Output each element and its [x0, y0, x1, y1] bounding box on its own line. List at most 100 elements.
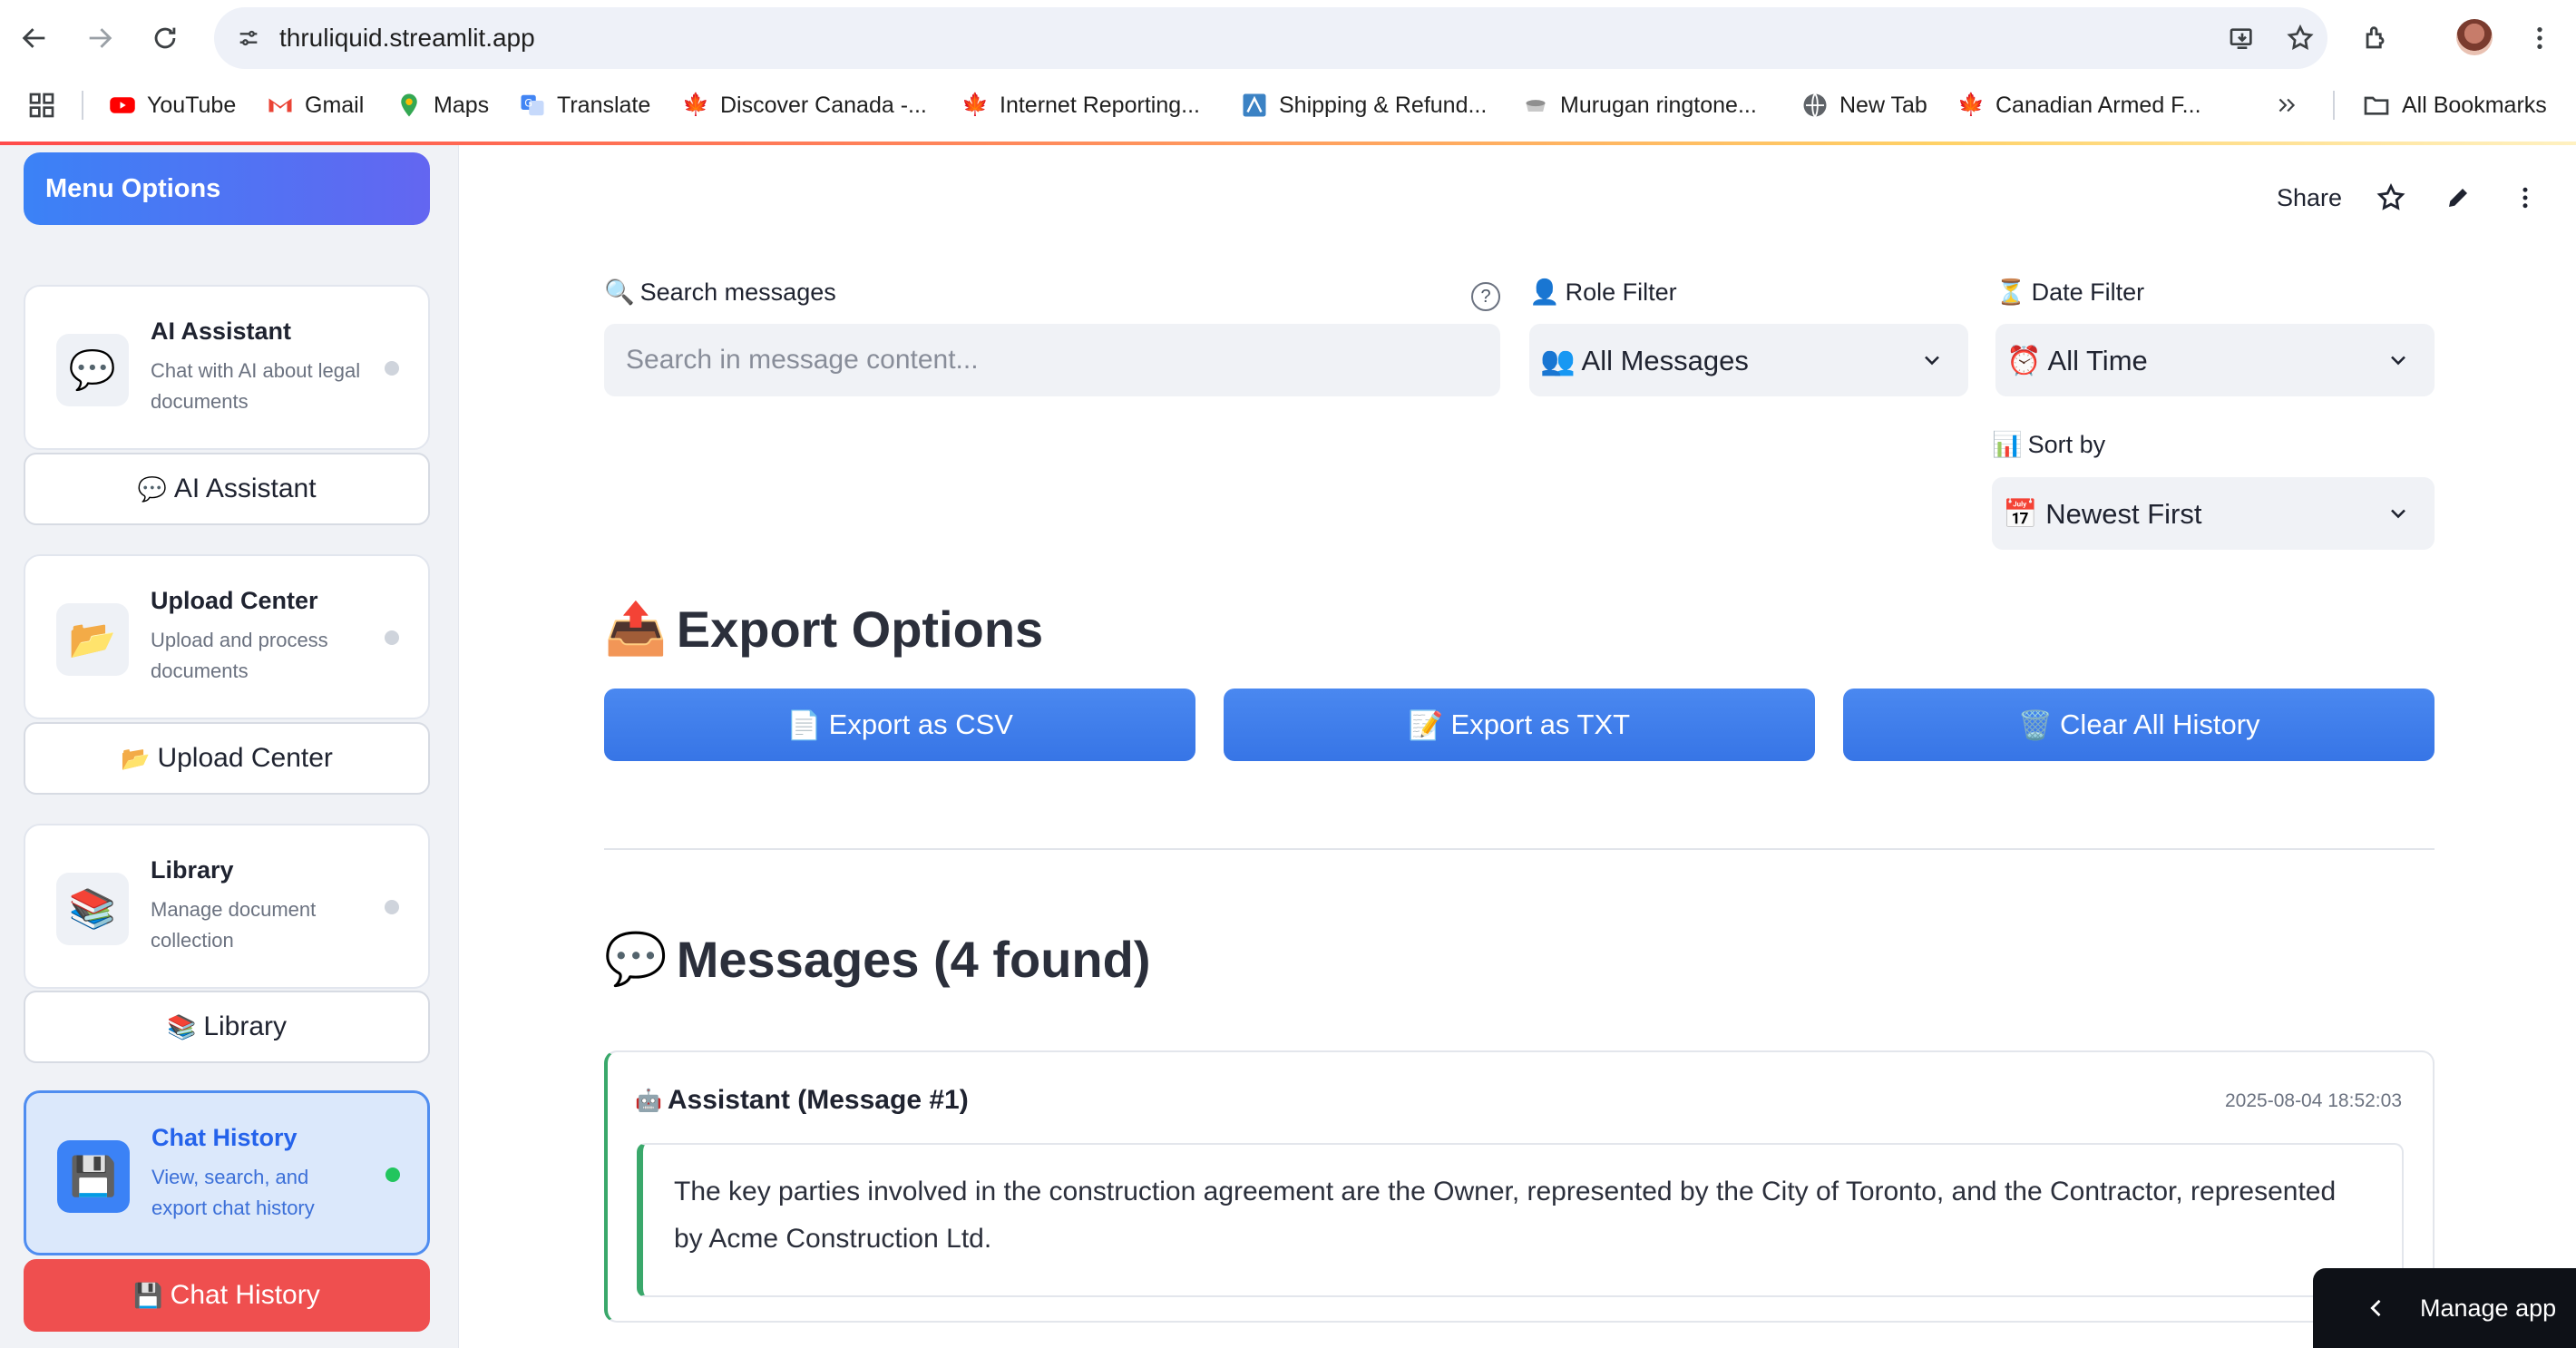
message-text: The key parties involved in the construc…: [637, 1143, 2404, 1297]
card-description: Chat with AI about legal documents: [151, 359, 361, 413]
status-dot: [385, 1167, 400, 1182]
sort-by-select[interactable]: 📅 Newest First: [1992, 477, 2435, 550]
bookmark-translate[interactable]: G Translate: [519, 78, 650, 132]
more-options-icon[interactable]: [2507, 180, 2543, 216]
nav-upload-center-button[interactable]: 📂 Upload Center: [24, 722, 430, 795]
bookmarks-bar: YouTube Gmail Maps G Translate 🍁 Discove…: [0, 78, 2576, 132]
manage-app-button[interactable]: Manage app: [2313, 1268, 2576, 1348]
bookmarks-divider: [2333, 91, 2335, 120]
memo-icon: 📝: [1408, 708, 1444, 741]
alarm-clock-icon: ⏰: [2006, 344, 2042, 376]
site-settings-icon[interactable]: [229, 18, 268, 58]
speech-bubble-icon: 💬: [56, 334, 129, 406]
date-filter-label: ⏳ Date Filter: [1995, 278, 2145, 307]
bookmark-shipping-refund[interactable]: Shipping & Refund...: [1241, 78, 1487, 132]
sidebar-card-chat-history: 💾 Chat History View, search, and export …: [24, 1090, 430, 1255]
status-dot: [385, 900, 399, 914]
chevron-down-icon: [1925, 356, 1939, 366]
people-icon: 👥: [1540, 344, 1576, 376]
books-icon: 📚: [166, 1012, 197, 1040]
browser-menu-icon[interactable]: [2514, 13, 2565, 63]
globe-icon: [1801, 92, 1829, 119]
svg-text:G: G: [524, 97, 532, 109]
bookmark-canadian-armed-forces[interactable]: 🍁 Canadian Armed F...: [1957, 78, 2200, 132]
floppy-disk-icon: 💾: [57, 1140, 130, 1213]
card-description: Upload and process documents: [151, 629, 328, 682]
export-csv-button[interactable]: 📄 Export as CSV: [604, 689, 1195, 761]
star-icon[interactable]: [2373, 180, 2409, 216]
edit-pencil-icon[interactable]: [2440, 180, 2476, 216]
gmail-icon: [267, 92, 294, 119]
share-button[interactable]: Share: [2277, 184, 2342, 212]
youtube-icon: [109, 92, 136, 119]
url-text[interactable]: thruliquid.streamlit.app: [279, 7, 535, 69]
outbox-tray-icon: 📤: [604, 600, 668, 657]
role-filter-label: 👤 Role Filter: [1529, 278, 1677, 307]
more-bookmarks-button[interactable]: [2275, 78, 2298, 132]
search-messages-input[interactable]: [604, 324, 1500, 396]
trash-can-icon: 🗑️: [2017, 708, 2054, 741]
chevron-left-icon: [2370, 1299, 2381, 1317]
sidebar-card-upload-center: 📂 Upload Center Upload and process docum…: [24, 554, 430, 719]
nav-chat-history-button[interactable]: 💾 Chat History: [24, 1259, 430, 1332]
address-bar[interactable]: thruliquid.streamlit.app: [214, 7, 2327, 69]
date-filter-select[interactable]: ⏰ All Time: [1995, 324, 2435, 396]
back-button[interactable]: [9, 13, 60, 63]
sort-by-label: 📊 Sort by: [1992, 430, 2106, 459]
reload-icon: [154, 27, 176, 49]
bookmark-internet-reporting[interactable]: 🍁 Internet Reporting...: [961, 78, 1200, 132]
card-description: View, search, and export chat history: [151, 1166, 315, 1219]
floppy-disk-icon: 💾: [133, 1281, 163, 1309]
status-dot: [385, 630, 399, 645]
card-title: Chat History: [151, 1124, 298, 1151]
nav-library-button[interactable]: 📚 Library: [24, 991, 430, 1063]
search-label: 🔍 Search messages: [604, 278, 836, 307]
sidebar-card-ai-assistant: 💬 AI Assistant Chat with AI about legal …: [24, 285, 430, 450]
message-card: 🤖 Assistant (Message #1) 2025-08-04 18:5…: [604, 1050, 2435, 1323]
nav-ai-assistant-button[interactable]: 💬 AI Assistant: [24, 453, 430, 525]
export-txt-button[interactable]: 📝 Export as TXT: [1224, 689, 1815, 761]
bookmark-youtube[interactable]: YouTube: [109, 78, 236, 132]
shipping-icon: [1241, 92, 1268, 119]
forward-button[interactable]: [74, 13, 125, 63]
books-icon: 📚: [56, 873, 129, 945]
card-title: AI Assistant: [151, 317, 292, 345]
role-filter-select[interactable]: 👥 All Messages: [1529, 324, 1968, 396]
extensions-icon[interactable]: [2351, 13, 2402, 63]
maps-icon: [395, 92, 423, 119]
document-icon: 📄: [786, 708, 822, 741]
help-icon[interactable]: ?: [1471, 282, 1500, 311]
bookmark-new-tab[interactable]: New Tab: [1801, 78, 1927, 132]
clear-history-button[interactable]: 🗑️ Clear All History: [1843, 689, 2435, 761]
install-app-icon[interactable]: [2222, 18, 2262, 58]
bookmark-gmail[interactable]: Gmail: [267, 78, 364, 132]
bar-chart-icon: 📊: [1992, 431, 2023, 458]
message-timestamp: 2025-08-04 18:52:03: [2225, 1090, 2402, 1111]
robot-icon: 🤖: [635, 1088, 662, 1113]
bookmark-maps[interactable]: Maps: [395, 78, 489, 132]
chevron-double-right-icon: [2278, 98, 2296, 112]
hourglass-icon: ⏳: [1995, 278, 2026, 306]
apps-grid-button[interactable]: [27, 78, 56, 132]
status-dot: [385, 361, 399, 376]
bookmark-murugan-ringtone[interactable]: Murugan ringtone...: [1522, 78, 1757, 132]
bookmarks-divider: [82, 91, 83, 120]
maple-leaf-icon: 🍁: [961, 93, 989, 117]
maple-leaf-icon: 🍁: [1957, 93, 1985, 117]
all-bookmarks-button[interactable]: All Bookmarks: [2362, 78, 2547, 132]
reload-button[interactable]: [140, 13, 190, 63]
bookmark-discover-canada[interactable]: 🍁 Discover Canada -...: [682, 78, 927, 132]
messages-heading: 💬 Messages (4 found): [604, 930, 1151, 988]
card-description: Manage document collection: [151, 898, 317, 952]
speech-bubble-icon: 💬: [137, 474, 167, 503]
sidebar: Menu Options 💬 AI Assistant Chat with AI…: [0, 145, 459, 1348]
message-role: 🤖 Assistant (Message #1): [635, 1085, 969, 1115]
folder-open-icon: 📂: [121, 744, 151, 772]
menu-options-header: Menu Options: [24, 152, 430, 225]
profile-avatar[interactable]: [2456, 19, 2493, 55]
export-options-heading: 📤 Export Options: [604, 600, 1044, 658]
card-title: Library: [151, 856, 234, 884]
arrow-right-icon: [89, 28, 112, 48]
bookmark-star-icon[interactable]: [2280, 18, 2320, 58]
speech-bubble-icon: 💬: [604, 930, 668, 987]
